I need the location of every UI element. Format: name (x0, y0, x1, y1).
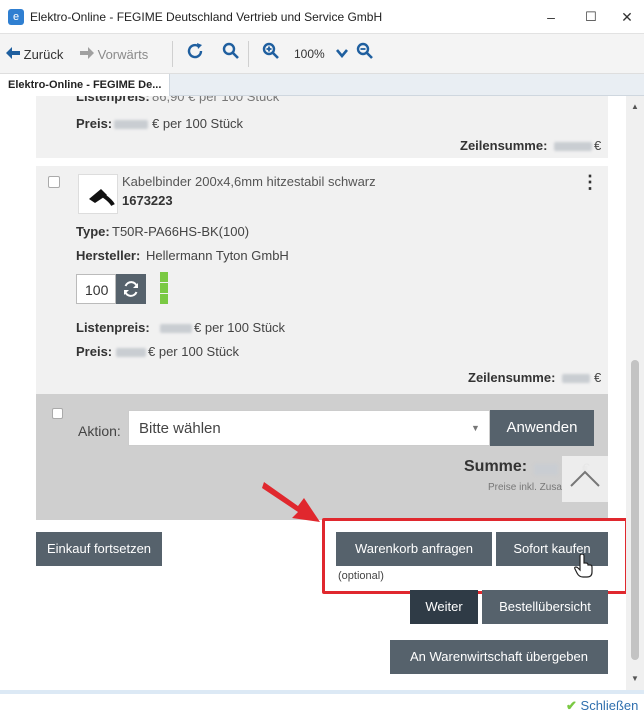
scroll-thumb[interactable] (631, 360, 639, 660)
preise-note: Preise inkl. Zusa (488, 482, 562, 493)
summe-label: Summe: (464, 458, 528, 475)
zeilensumme-label: Zeilensumme: (460, 138, 548, 153)
zeilensumme-redacted (562, 374, 590, 383)
cart-item-previous: Listenpreis: 86,90 € per 100 Stück Preis… (36, 96, 608, 158)
forward-label: Vorwärts (97, 47, 149, 62)
zoom-select[interactable]: 100% (284, 44, 348, 64)
quantity-value: 100 (85, 282, 109, 298)
type-label: Type: (76, 224, 110, 239)
transfer-erp-button[interactable]: An Warenwirtschaft übergeben (390, 640, 608, 674)
dialog-footer: ✔ Schließen (0, 690, 644, 720)
arrow-annotation-icon (262, 482, 320, 522)
close-label: Schließen (580, 698, 639, 713)
maximize-button[interactable]: ☐ (580, 6, 602, 28)
cart-content: Listenpreis: 86,90 € per 100 Stück Preis… (0, 96, 626, 690)
forward-arrow-icon (80, 46, 94, 63)
browser-toolbar: Zurück Vorwärts 100% (0, 34, 644, 74)
vertical-scrollbar[interactable]: ▲ ▼ (626, 96, 644, 690)
action-select-value: Bitte wählen (139, 420, 221, 437)
search-button[interactable] (222, 42, 240, 63)
refresh-icon (187, 43, 203, 59)
stock-indicator (160, 294, 168, 304)
refresh-icon (124, 281, 138, 297)
close-window-button[interactable]: ✕ (616, 6, 638, 28)
preis-suffix: € per 100 Stück (152, 116, 244, 131)
zoom-out-button[interactable] (356, 42, 374, 63)
stock-indicator (160, 283, 168, 293)
forward-button[interactable]: Vorwärts (80, 46, 148, 63)
stock-indicator (160, 272, 168, 282)
zeilensumme-suffix: € (594, 138, 602, 153)
window-titlebar: e Elektro-Online - FEGIME Deutschland Ve… (0, 0, 644, 34)
back-label: Zurück (23, 47, 64, 62)
chevron-down-icon: ▼ (471, 423, 480, 433)
update-quantity-button[interactable] (116, 274, 146, 304)
request-cart-button[interactable]: Warenkorb anfragen (336, 532, 492, 566)
product-image (78, 174, 118, 214)
next-button[interactable]: Weiter (410, 590, 478, 624)
listenpreis-label: Listenpreis: (76, 320, 150, 335)
hersteller-value: Hellermann Tyton GmbH (146, 248, 289, 263)
select-all-checkbox[interactable] (52, 408, 63, 419)
zeilensumme-suffix: € (594, 370, 602, 385)
action-label: Aktion: (78, 423, 121, 439)
continue-shopping-button[interactable]: Einkauf fortsetzen (36, 532, 162, 566)
more-menu-icon[interactable]: ⋮ (581, 172, 599, 193)
order-overview-button[interactable]: Bestellübersicht (482, 590, 608, 624)
scroll-up-arrow-icon[interactable]: ▲ (631, 102, 639, 111)
chevron-down-icon (336, 49, 348, 58)
preis-redacted (116, 348, 146, 357)
app-icon: e (8, 9, 24, 25)
chevron-up-icon (570, 470, 600, 487)
checkmark-icon: ✔ (566, 698, 577, 713)
zoom-in-button[interactable] (262, 42, 280, 63)
close-dialog-button[interactable]: ✔ Schließen (566, 698, 638, 714)
cart-item: Kabelbinder 200x4,6mm hitzestabil schwar… (36, 166, 608, 394)
quantity-input[interactable]: 100 (76, 274, 116, 304)
minimize-button[interactable]: – (540, 6, 562, 28)
product-name: Kabelbinder 200x4,6mm hitzestabil schwar… (122, 174, 376, 189)
action-select[interactable]: Bitte wählen ▼ (128, 410, 490, 446)
tab-bar: Elektro-Online - FEGIME De... (0, 74, 644, 96)
summe-redacted (534, 464, 558, 475)
optional-note: (optional) (338, 570, 384, 582)
type-value: T50R-PA66HS-BK(100) (112, 224, 250, 239)
cable-tie-icon (89, 189, 115, 206)
listenpreis-value: 86,90 € per 100 Stück (152, 96, 280, 104)
zeilensumme-label: Zeilensumme: (468, 370, 556, 385)
window-title: Elektro-Online - FEGIME Deutschland Vert… (30, 10, 383, 24)
product-number: 1673223 (122, 193, 173, 208)
listenpreis-suffix: € per 100 Stück (194, 320, 286, 335)
zeilensumme-redacted (554, 142, 592, 151)
zoom-out-icon (356, 42, 373, 59)
listenpreis-redacted (160, 324, 192, 333)
preis-redacted (114, 120, 148, 129)
back-arrow-icon (6, 46, 20, 63)
hersteller-label: Hersteller: (76, 248, 141, 263)
refresh-button[interactable] (186, 42, 204, 63)
listenpreis-label: Listenpreis: (76, 96, 150, 104)
search-icon (222, 42, 239, 59)
zoom-value: 100% (294, 47, 325, 61)
back-button[interactable]: Zurück (6, 46, 63, 63)
hand-cursor-icon (574, 554, 593, 578)
scroll-to-top-button[interactable] (562, 456, 608, 502)
scroll-down-arrow-icon[interactable]: ▼ (631, 674, 639, 683)
tab-active[interactable]: Elektro-Online - FEGIME De... (0, 74, 171, 96)
item-checkbox[interactable] (48, 176, 60, 188)
zoom-in-icon (262, 42, 279, 59)
apply-button[interactable]: Anwenden (490, 410, 594, 446)
toolbar-separator (248, 41, 249, 67)
preis-label: Preis: (76, 344, 113, 359)
toolbar-separator (172, 41, 173, 67)
preis-suffix: € per 100 Stück (148, 344, 240, 359)
preis-label: Preis: (76, 116, 113, 131)
